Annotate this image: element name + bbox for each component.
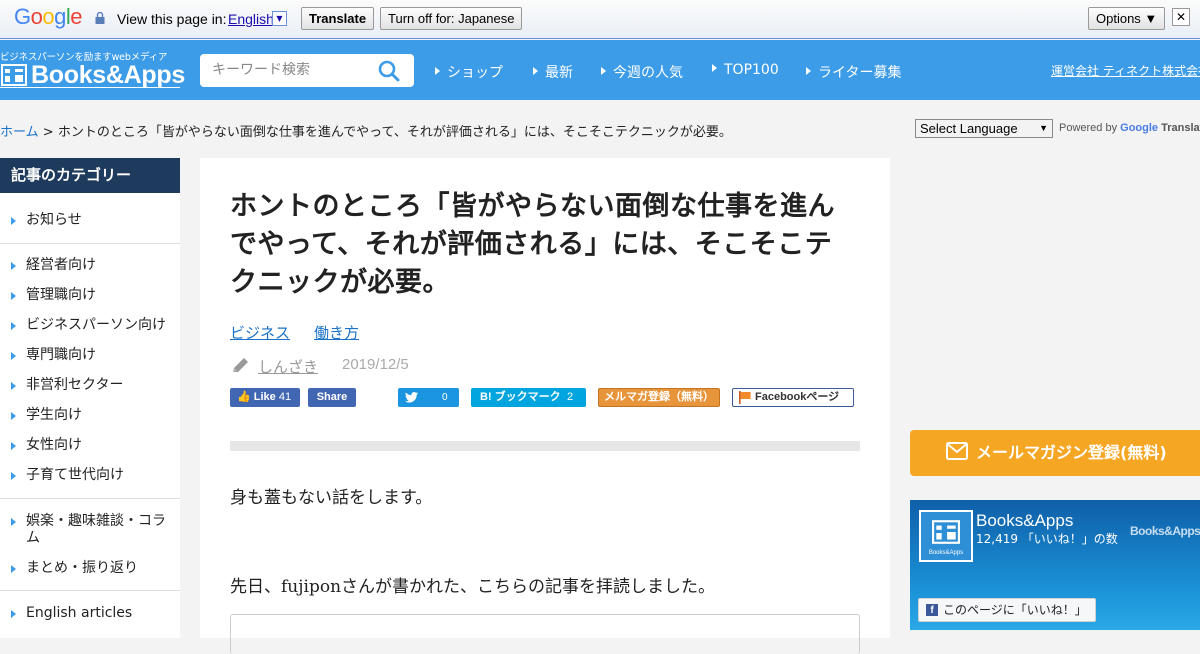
fb-cover-watermark: Books&Apps: [1130, 524, 1200, 538]
category-sidebar: 記事のカテゴリー お知らせ 経営者向け 管理職向け ビジネスパーソン向け 専門職…: [0, 158, 180, 638]
google-logo: Google: [14, 4, 83, 29]
sidebar-divider: [0, 590, 180, 591]
triangle-right-icon: [11, 262, 16, 270]
tag-business[interactable]: ビジネス: [230, 322, 290, 343]
tag-work-style[interactable]: 働き方: [314, 322, 359, 343]
sidebar-item-business-persons[interactable]: ビジネスパーソン向け: [0, 317, 180, 334]
triangle-right-icon: [11, 352, 16, 360]
article-paragraph: 身も蓋もない話をします。: [230, 488, 433, 508]
triangle-right-icon: [11, 610, 16, 618]
breadcrumb-home-link[interactable]: ホーム: [0, 125, 39, 140]
article: ホントのところ「皆がやらない面倒な仕事を進んでやって、それが評価される」には、そ…: [200, 158, 890, 654]
sidebar-item-students[interactable]: 学生向け: [0, 407, 180, 424]
embedded-article-card[interactable]: [230, 614, 860, 654]
sidebar-item-nonprofit[interactable]: 非営利セクター: [0, 377, 180, 394]
triangle-right-icon: [11, 442, 16, 450]
nav-item-latest[interactable]: 最新: [533, 62, 573, 82]
nav-item-writer-recruit[interactable]: ライター募集: [806, 62, 901, 82]
hatena-bookmark-button[interactable]: B! ブックマーク 2: [471, 388, 586, 407]
translate-bar: Google View this page in: English ▼ Tran…: [0, 0, 1200, 39]
sidebar-divider: [0, 243, 180, 244]
powered-by-google: Powered by Google Translate: [1059, 122, 1200, 134]
pencil-icon: [233, 358, 248, 372]
language-link[interactable]: English: [228, 11, 274, 27]
nav-item-top100[interactable]: TOP100: [712, 62, 779, 78]
books-apps-logo-icon: [932, 520, 960, 544]
view-page-label: View this page in:: [117, 11, 227, 27]
avatar-caption: Books&Apps: [928, 550, 964, 556]
fb-like-count: 12,419 「いいね！」の数: [976, 532, 1118, 546]
sidebar-item-entertainment[interactable]: 娯楽・趣味雑談・コラム: [0, 513, 180, 547]
facebook-page-button[interactable]: Facebookページ: [732, 388, 854, 407]
triangle-right-icon: [11, 518, 16, 526]
sidebar-heading: 記事のカテゴリー: [0, 158, 180, 193]
article-paragraph: 先日、fujiponさんが書かれた、こちらの記事を拝読しました。: [230, 577, 716, 597]
turn-off-button[interactable]: Turn off for: Japanese: [380, 7, 523, 30]
search-box: [200, 54, 414, 87]
triangle-right-icon: [435, 67, 440, 75]
triangle-right-icon: [11, 382, 16, 390]
sidebar-item-english[interactable]: English articles: [0, 605, 180, 622]
triangle-right-icon: [11, 217, 16, 225]
sidebar-item-managers[interactable]: 管理職向け: [0, 287, 180, 304]
sidebar-item-women[interactable]: 女性向け: [0, 437, 180, 454]
facebook-icon: f: [926, 604, 938, 616]
envelope-icon: [946, 442, 968, 460]
sidebar-divider: [0, 498, 180, 499]
sidebar-item-summary[interactable]: まとめ・振り返り: [0, 560, 180, 577]
fb-page-name[interactable]: Books&Apps: [976, 511, 1073, 531]
translate-button[interactable]: Translate: [301, 7, 375, 30]
triangle-right-icon: [712, 64, 717, 72]
triangle-right-icon: [11, 565, 16, 573]
site-header: ビジネスパーソンを励ますwebメディア Books&Apps ショップ 最新 今…: [0, 40, 1200, 100]
sidebar-item-news[interactable]: お知らせ: [0, 212, 180, 229]
triangle-right-icon: [11, 292, 16, 300]
breadcrumb-separator: >: [42, 125, 54, 140]
publish-date: 2019/12/5: [342, 356, 409, 373]
search-input[interactable]: [212, 62, 372, 78]
sidebar-item-professionals[interactable]: 専門職向け: [0, 347, 180, 364]
triangle-right-icon: [11, 472, 16, 480]
thumbs-up-icon: 👍: [237, 391, 251, 403]
triangle-right-icon: [11, 412, 16, 420]
nav-item-shop[interactable]: ショップ: [435, 62, 503, 82]
article-title: ホントのところ「皆がやらない面倒な仕事を進んでやって、それが評価される」には、そ…: [230, 191, 835, 298]
fb-page-like-button[interactable]: f このページに「いいね！」: [918, 598, 1096, 622]
fb-like-button[interactable]: 👍 Like 41: [230, 388, 300, 407]
site-logo-text[interactable]: Books&Apps: [31, 61, 185, 90]
triangle-right-icon: [533, 67, 538, 75]
search-icon[interactable]: [377, 59, 401, 83]
author-link[interactable]: しんざき: [258, 356, 318, 377]
sidebar-item-executives[interactable]: 経営者向け: [0, 257, 180, 274]
select-language-dropdown[interactable]: Select Language ▼: [915, 119, 1053, 138]
dropdown-arrow-icon: ▼: [1039, 123, 1048, 133]
language-dropdown-icon[interactable]: ▼: [272, 11, 287, 26]
books-apps-logo-icon[interactable]: [1, 64, 27, 86]
flag-icon: [739, 391, 751, 404]
mailmag-share-button[interactable]: メルマガ登録（無料）: [598, 388, 720, 407]
triangle-right-icon: [11, 322, 16, 330]
close-icon[interactable]: ✕: [1172, 8, 1190, 26]
tweet-button[interactable]: 0: [398, 388, 459, 407]
triangle-right-icon: [806, 67, 811, 75]
content-divider: [230, 441, 860, 451]
breadcrumb-current: ホントのところ「皆がやらない面倒な仕事を進んでやって、それが評価される」には、そ…: [57, 125, 732, 140]
breadcrumb: ホーム > ホントのところ「皆がやらない面倒な仕事を進んでやって、それが評価され…: [0, 121, 732, 140]
sidebar-item-parents[interactable]: 子育て世代向け: [0, 467, 180, 484]
logo-underline: [0, 87, 180, 88]
twitter-icon: [405, 392, 418, 403]
fb-share-button[interactable]: Share: [308, 388, 356, 407]
nav-item-weekly-popular[interactable]: 今週の人気: [601, 62, 683, 82]
company-link[interactable]: 運営会社 ティネクト株式会社: [1051, 62, 1200, 79]
triangle-right-icon: [601, 67, 606, 75]
options-button[interactable]: Options ▼: [1088, 7, 1166, 30]
books-apps-page-avatar[interactable]: Books&Apps: [919, 510, 973, 562]
lock-icon: [95, 12, 105, 24]
facebook-page-widget[interactable]: Books&Apps Books&Apps 12,419 「いいね！」の数 Bo…: [910, 500, 1200, 630]
